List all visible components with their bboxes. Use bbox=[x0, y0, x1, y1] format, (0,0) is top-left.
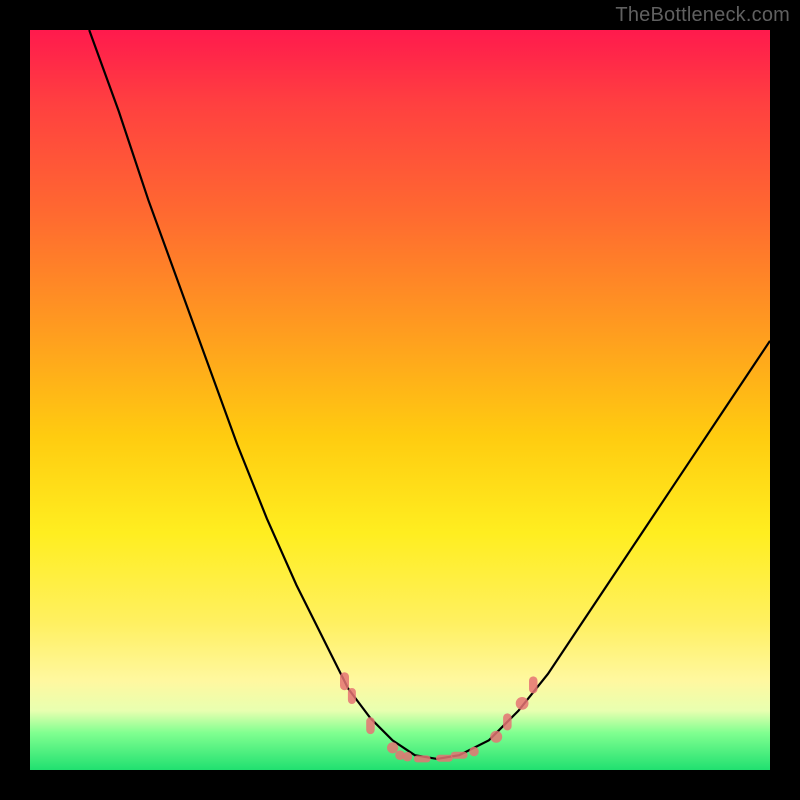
curve-marker bbox=[529, 676, 538, 693]
curve-marker bbox=[340, 672, 349, 690]
curve-marker bbox=[490, 731, 502, 743]
curve-marker bbox=[366, 717, 375, 734]
curve-marker bbox=[451, 752, 468, 759]
chart-frame: TheBottleneck.com bbox=[0, 0, 800, 800]
plot-area bbox=[30, 30, 770, 770]
curve-svg bbox=[30, 30, 770, 770]
curve-markers bbox=[340, 672, 538, 762]
curve-marker bbox=[436, 755, 453, 762]
curve-marker bbox=[516, 697, 529, 710]
bottleneck-curve bbox=[89, 30, 770, 759]
curve-marker bbox=[503, 713, 512, 730]
curve-marker bbox=[387, 742, 398, 753]
curve-marker bbox=[403, 752, 413, 762]
curve-marker bbox=[414, 755, 431, 762]
curve-marker bbox=[348, 688, 356, 704]
curve-marker bbox=[469, 747, 479, 757]
watermark-text: TheBottleneck.com bbox=[615, 4, 790, 27]
